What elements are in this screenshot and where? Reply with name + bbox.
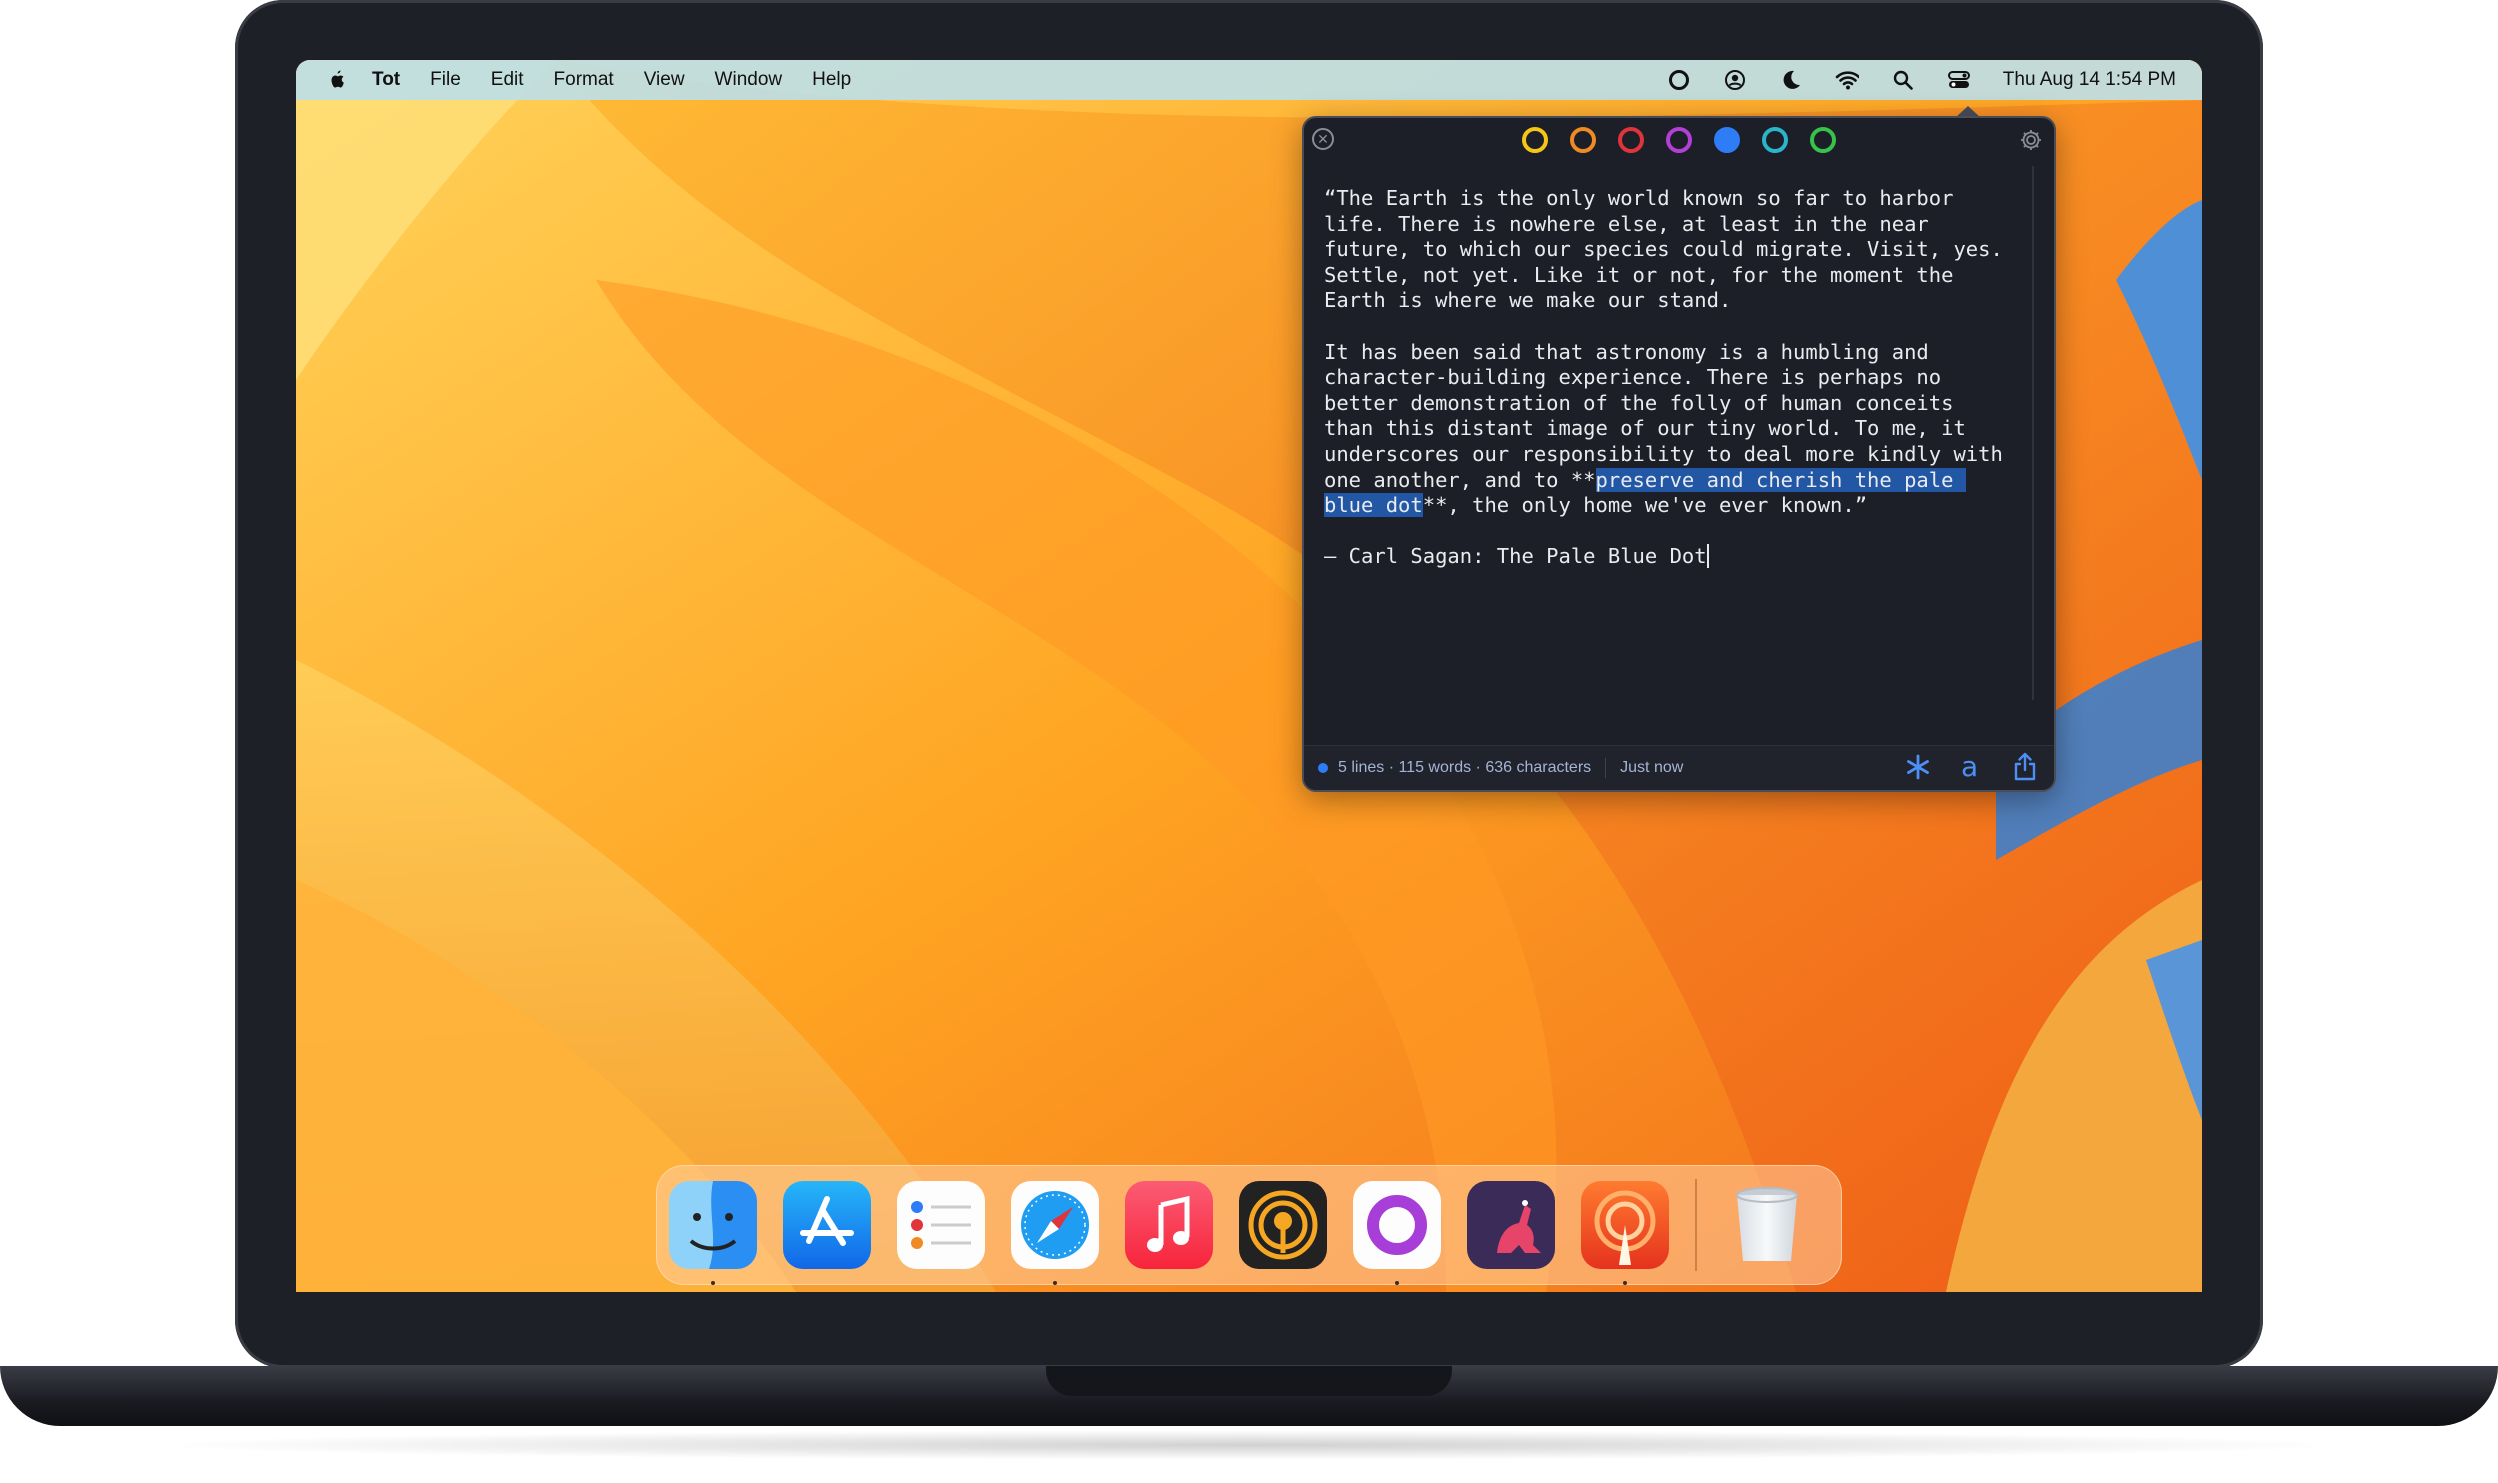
dot-green[interactable]: [1810, 127, 1836, 153]
status-dot: [1318, 763, 1328, 773]
moon-icon[interactable]: [1779, 68, 1803, 92]
scroll-track[interactable]: [2032, 166, 2034, 700]
menubar-clock[interactable]: Thu Aug 14 1:54 PM: [2003, 69, 2176, 91]
dock: [656, 1165, 1842, 1285]
close-icon[interactable]: ✕: [1312, 128, 1334, 150]
divider: [1605, 758, 1607, 778]
tot-menubar-icon[interactable]: [1667, 68, 1691, 92]
dot-teal[interactable]: [1762, 127, 1788, 153]
last-saved: Just now: [1620, 759, 1684, 776]
overcast-icon[interactable]: [1239, 1181, 1327, 1269]
note-editor[interactable]: “The Earth is the only world known so fa…: [1324, 186, 2004, 570]
menu-file[interactable]: File: [430, 69, 461, 91]
tot-app-icon[interactable]: [1353, 1181, 1441, 1285]
dot-orange[interactable]: [1570, 127, 1596, 153]
app-store-icon[interactable]: [783, 1181, 871, 1269]
note-text: **, the only home we've ever known.”: [1422, 493, 1868, 518]
note-paragraph-1: “The Earth is the only world known so fa…: [1324, 186, 2016, 313]
castro-icon[interactable]: [1581, 1181, 1669, 1285]
menu-help[interactable]: Help: [812, 69, 851, 91]
dock-divider: [1695, 1179, 1697, 1271]
laptop-shadow: [140, 1430, 2358, 1460]
menu-bar: Tot File Edit Format View Window Help Th…: [296, 60, 2202, 100]
font-icon[interactable]: a: [1958, 752, 1986, 782]
search-icon[interactable]: [1891, 68, 1915, 92]
note-attribution: — Carl Sagan: The Pale Blue Dot: [1324, 544, 1707, 569]
gear-icon[interactable]: [2018, 127, 2044, 153]
color-dots: [1304, 118, 2054, 162]
dot-red[interactable]: [1618, 127, 1644, 153]
safari-icon[interactable]: [1011, 1181, 1099, 1285]
svg-text:a: a: [1961, 752, 1978, 782]
running-indicator: [1395, 1281, 1399, 1285]
running-indicator: [1053, 1281, 1057, 1285]
running-indicator: [711, 1281, 715, 1285]
wifi-icon[interactable]: [1835, 68, 1859, 92]
trash-icon[interactable]: [1723, 1181, 1811, 1269]
share-icon[interactable]: [2012, 752, 2038, 782]
control-center-icon[interactable]: [1947, 68, 1971, 92]
tot-footer: 5 lines · 115 words · 636 characters Jus…: [1304, 745, 2054, 790]
dot-purple[interactable]: [1666, 127, 1692, 153]
running-indicator: [1623, 1281, 1627, 1285]
kangaroo-icon[interactable]: [1467, 1181, 1555, 1269]
finder-icon[interactable]: [669, 1181, 757, 1285]
user-icon[interactable]: [1723, 68, 1747, 92]
markdown-icon[interactable]: [1904, 753, 1932, 781]
menu-app-name[interactable]: Tot: [372, 69, 400, 91]
tot-window: ✕ “The Earth is the only world known so …: [1302, 116, 2056, 792]
screen: Tot File Edit Format View Window Help Th…: [296, 60, 2202, 1292]
menu-edit[interactable]: Edit: [491, 69, 524, 91]
laptop-notch: [1046, 1366, 1452, 1396]
menu-format[interactable]: Format: [554, 69, 614, 91]
apple-icon[interactable]: [328, 70, 346, 90]
dot-yellow[interactable]: [1522, 127, 1548, 153]
text-cursor: [1706, 544, 1709, 569]
reminders-icon[interactable]: [897, 1181, 985, 1269]
note-paragraph-2: It has been said that astronomy is a hum…: [1324, 340, 2015, 518]
dot-blue[interactable]: [1714, 127, 1740, 153]
music-icon[interactable]: [1125, 1181, 1213, 1269]
note-stats[interactable]: 5 lines · 115 words · 636 characters: [1338, 759, 1591, 777]
menu-window[interactable]: Window: [715, 69, 783, 91]
menu-view[interactable]: View: [644, 69, 685, 91]
tot-toolbar: ✕: [1304, 118, 2054, 162]
